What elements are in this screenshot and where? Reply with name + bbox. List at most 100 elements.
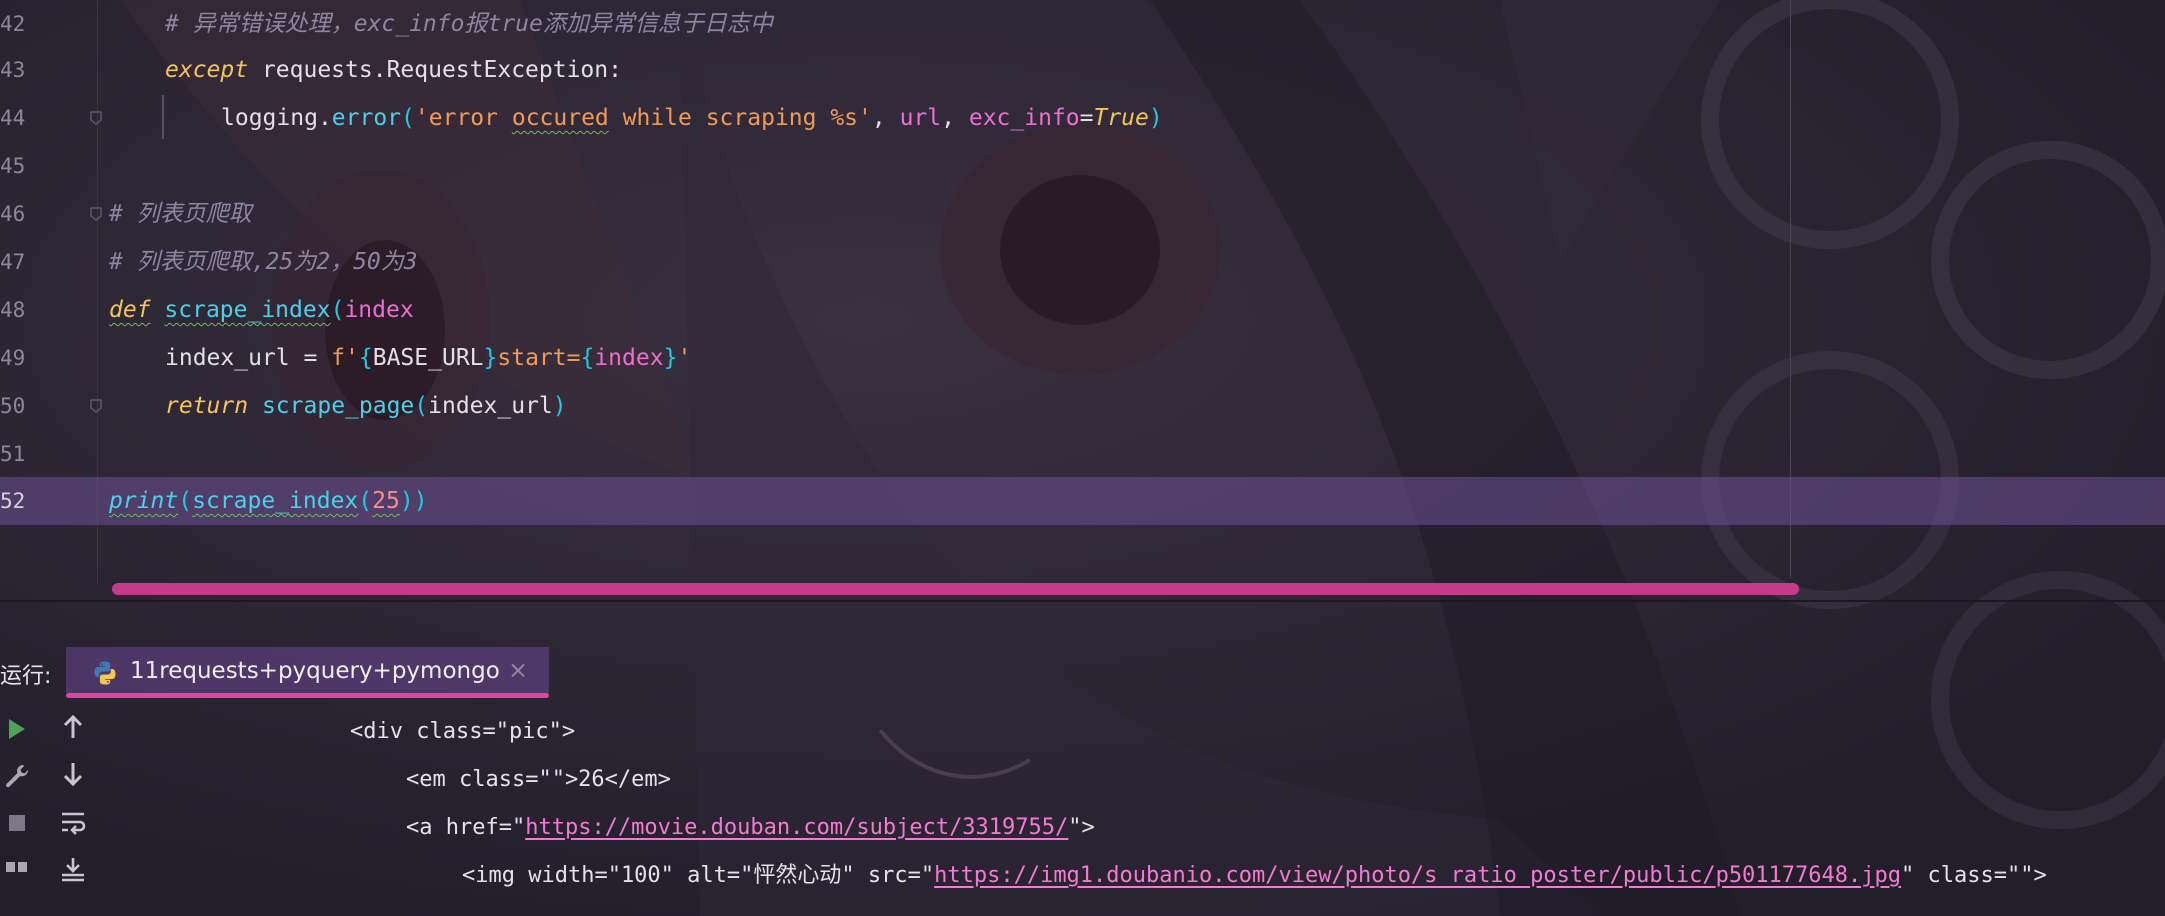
console-line: <a href="https://movie.douban.com/subjec… [406,804,1095,852]
stop-icon[interactable] [0,806,34,840]
code-token: 'error [414,105,512,131]
code-token: return [165,393,249,419]
code-text: # 列表页爬取,25为2，50为3 [109,238,418,286]
run-icon[interactable] [0,712,34,746]
up-arrow-icon[interactable] [56,710,90,744]
code-token: # 异常错误处理，exc_info报true添加异常信息于日志中 [165,11,773,37]
code-token: 25 [372,488,400,514]
line-number: 43 [0,58,26,82]
code-token: True [1093,105,1149,131]
code-token: } [483,345,498,371]
code-token: BASE_URL [372,345,484,371]
scroll-to-end-icon[interactable] [56,852,90,886]
code-token: f' [331,345,359,371]
line-number: 52 [0,489,26,513]
console-link[interactable]: https://movie.douban.com/subject/3319755… [525,815,1068,840]
code-token: , [941,105,969,131]
code-token: )) [399,488,428,514]
code-token: ( [414,393,429,419]
code-line[interactable]: 44 logging.error('error occured while scr… [0,94,2165,142]
code-token: except [165,57,249,83]
code-token: ( [330,297,345,323]
code-token: index_url = [165,345,332,371]
code-token: , [871,105,900,131]
fold-icon[interactable] [89,398,103,414]
down-arrow-icon[interactable] [56,757,90,791]
code-token: error [331,105,402,131]
console-text: " class=""> [1901,863,2047,888]
code-line[interactable]: 46 # 列表页爬取 [0,190,2165,238]
code-token: { [358,345,373,371]
code-token: # 列表页爬取,25为2，50为3 [109,249,418,275]
console-line: <img width="100" alt="怦然心动" src="https:/… [462,852,2047,900]
console-text: <a href=" [406,815,526,840]
code-token: ' [677,345,692,371]
python-icon [94,661,116,685]
line-number: 50 [0,394,26,418]
wrench-icon[interactable] [0,759,34,793]
code-token: scrape_page [261,393,415,419]
code-line[interactable]: 42 # 异常错误处理，exc_info报true添加异常信息于日志中 [0,0,2165,48]
code-editor[interactable]: 42 # 异常错误处理，exc_info报true添加异常信息于日志中 43 exce… [0,0,2165,600]
code-text: # 列表页爬取 [109,190,252,238]
code-line[interactable]: 52 print(scrape_index(25)) [0,477,2165,525]
code-token: { [580,345,595,371]
code-line[interactable]: 49 index_url = f'{BASE_URL}start={index}' [0,334,2165,382]
run-label: 运行: [0,664,52,689]
console-line: <div class="pic"> [350,708,575,756]
code-token: } [663,345,678,371]
code-token: index [594,345,664,371]
code-line[interactable]: 47 # 列表页爬取,25为2，50为3 [0,238,2165,286]
line-number: 42 [0,12,26,36]
console-text: <em class="">26</em> [406,767,671,792]
code-token: ( [401,105,415,131]
fold-icon[interactable] [89,206,103,222]
code-token: = [1079,105,1094,131]
code-token: ( [178,488,193,514]
code-token: def [109,297,151,323]
close-icon[interactable]: × [508,656,528,684]
code-line[interactable]: 50 return scrape_page(index_url) [0,382,2165,430]
code-line[interactable]: 45 [0,142,2165,190]
code-token: requests.RequestException [248,57,609,83]
code-line[interactable]: 48 def scrape_index(index [0,286,2165,334]
code-text: return scrape_page(index_url) [165,382,567,430]
code-line[interactable]: 51 [0,430,2165,478]
horizontal-scrollbar[interactable] [112,583,1799,595]
line-number: 46 [0,202,26,226]
code-token: print [109,488,179,514]
code-text: print(scrape_index(25)) [109,477,428,525]
line-number: 48 [0,298,26,322]
console-link[interactable]: https://img1.doubanio.com/view/photo/s_r… [934,863,1901,888]
code-token: index [344,297,414,323]
code-token: index_url [428,393,553,419]
code-token: ( [358,488,373,514]
code-token: scrape_index [192,488,359,514]
run-tab-label[interactable]: 11requests+pyquery+pymongo [130,658,500,684]
console-text: <img width="100" alt="怦然心动" src=" [462,863,935,888]
code-token: start= [497,345,581,371]
console-text: <div class="pic"> [350,719,576,744]
code-text: logging.error('error occured while scrap… [221,94,1163,142]
code-token: scrape_index [164,297,331,323]
run-tab-active-indicator [66,693,549,698]
code-token: : [608,57,622,83]
code-token: occured [511,105,609,131]
fold-icon[interactable] [89,110,103,126]
code-text: except requests.RequestException: [165,46,622,94]
layout-icon[interactable] [0,848,34,882]
code-text: index_url = f'{BASE_URL}start={index}' [165,334,691,382]
code-line[interactable]: 43 except requests.RequestException: [0,46,2165,94]
code-token: logging [221,105,318,131]
code-token: url [899,105,942,131]
console-line: <em class="">26</em> [406,756,671,804]
code-text: def scrape_index(index [109,286,414,334]
line-number: 44 [0,106,26,130]
soft-wrap-icon[interactable] [56,805,90,839]
code-token: ) [1148,105,1163,131]
run-panel: 运行: 11requests+pyquery+pymongo × <div cl… [0,602,2165,916]
code-text: # 异常错误处理，exc_info报true添加异常信息于日志中 [165,0,773,48]
code-token: while scraping %s' [608,105,872,131]
